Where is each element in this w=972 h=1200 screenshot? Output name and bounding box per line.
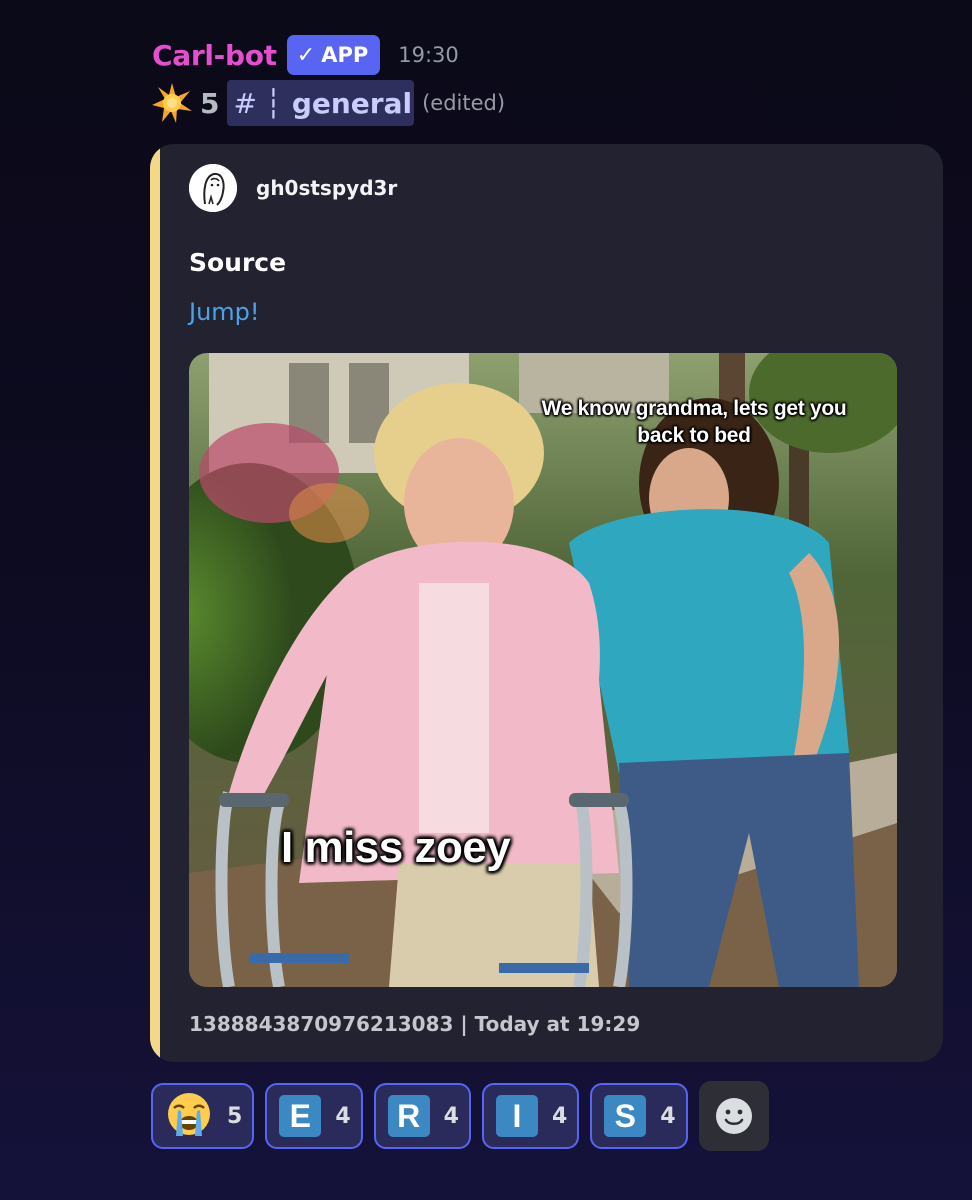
reaction-letter-r[interactable]: R 4 bbox=[373, 1083, 471, 1149]
reaction-count: 5 bbox=[227, 1103, 243, 1129]
channel-hash-icon: # bbox=[233, 86, 257, 120]
reaction-letter-e[interactable]: E 4 bbox=[265, 1083, 363, 1149]
jump-link[interactable]: Jump! bbox=[189, 298, 260, 326]
regional-indicator-s-icon: S bbox=[604, 1095, 647, 1137]
reaction-count: 4 bbox=[443, 1103, 459, 1129]
app-badge-label: APP bbox=[321, 43, 369, 67]
verified-check-icon: ✓ bbox=[296, 42, 316, 68]
reaction-loudly-crying[interactable]: 5 bbox=[151, 1083, 255, 1149]
embed-accent-bar bbox=[150, 144, 160, 1062]
embed-author-name[interactable]: gh0stspyd3r bbox=[256, 176, 397, 200]
glowing-star-icon bbox=[150, 81, 194, 125]
reaction-letter-s[interactable]: S 4 bbox=[590, 1083, 688, 1149]
app-badge: ✓ APP bbox=[286, 35, 381, 75]
regional-indicator-r-icon: R bbox=[387, 1095, 430, 1137]
embed-footer: 1388843870976213083 | Today at 19:29 bbox=[189, 1012, 641, 1036]
add-reaction-button[interactable] bbox=[698, 1081, 769, 1151]
channel-name: general bbox=[291, 86, 413, 120]
loudly-crying-face-icon bbox=[165, 1090, 213, 1142]
regional-indicator-i-icon: I bbox=[495, 1095, 538, 1137]
message-header: Carl-bot ✓ APP 19:30 bbox=[152, 34, 459, 76]
add-reaction-smiley-icon bbox=[715, 1098, 752, 1134]
embed-author: gh0stspyd3r bbox=[189, 164, 397, 212]
message-content: 5 # ┆ general (edited) bbox=[150, 80, 505, 126]
author-avatar[interactable] bbox=[189, 164, 237, 212]
message-embed: gh0stspyd3r Source Jump! We know grandma… bbox=[150, 144, 943, 1062]
message-timestamp[interactable]: 19:30 bbox=[398, 43, 459, 67]
regional-indicator-e-icon: E bbox=[279, 1095, 322, 1137]
reaction-bar: 5 E 4 R 4 I 4 S 4 bbox=[151, 1081, 769, 1151]
author-username[interactable]: Carl-bot bbox=[152, 39, 277, 72]
reaction-count: 4 bbox=[335, 1103, 351, 1129]
meme-caption-bottom: I miss zoey bbox=[281, 823, 511, 872]
embed-title: Source bbox=[189, 248, 287, 277]
ghost-avatar-icon bbox=[189, 164, 237, 212]
meme-caption-top: We know grandma, lets get you back to be… bbox=[541, 397, 847, 447]
reaction-letter-i[interactable]: I 4 bbox=[481, 1083, 580, 1149]
embed-image[interactable]: We know grandma, lets get you back to be… bbox=[189, 353, 897, 987]
star-count: 5 bbox=[200, 86, 220, 120]
edited-label[interactable]: (edited) bbox=[422, 91, 505, 115]
reaction-count: 4 bbox=[551, 1103, 568, 1129]
channel-separator: ┆ bbox=[264, 86, 282, 120]
reaction-count: 4 bbox=[660, 1103, 676, 1129]
channel-mention-general[interactable]: # ┆ general bbox=[227, 80, 415, 126]
